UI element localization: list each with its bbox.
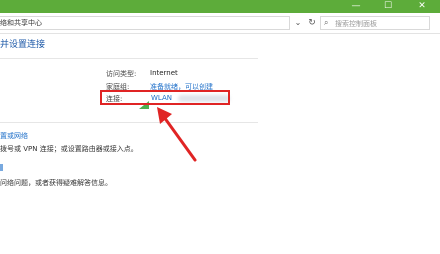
highlight-box	[100, 90, 230, 105]
close-button[interactable]: ✕	[408, 0, 436, 13]
address-field[interactable]: 络和共享中心	[0, 16, 290, 30]
address-bar: 络和共享中心 ⌄ ↻ ⌕ 搜索控制面板	[0, 13, 440, 34]
access-type-label: 访问类型:	[106, 70, 137, 78]
search-icon: ⌕	[324, 18, 329, 27]
access-type-value: Internet	[150, 69, 178, 77]
address-path: 络和共享中心	[0, 19, 42, 27]
minimize-button[interactable]: —	[342, 0, 370, 13]
maximize-button[interactable]: ☐	[374, 0, 402, 13]
troubleshoot-link[interactable]	[0, 164, 4, 171]
troubleshoot-desc: 问络问题，或者获得疑难解答信息。	[0, 179, 112, 187]
setup-connection-desc: 拨号或 VPN 连接；或设置路由器或接入点。	[0, 145, 138, 153]
search-input[interactable]: ⌕ 搜索控制面板	[320, 16, 430, 30]
setup-connection-link[interactable]: 置或网络	[0, 131, 28, 141]
title-bar: — ☐ ✕	[0, 0, 440, 13]
divider	[0, 58, 258, 59]
search-placeholder: 搜索控制面板	[335, 20, 377, 28]
divider	[0, 122, 258, 123]
refresh-icon[interactable]: ↻	[306, 17, 318, 29]
annotation-arrow	[157, 107, 197, 162]
chevron-down-icon[interactable]: ⌄	[292, 17, 304, 29]
page-title: 并设置连接	[0, 40, 46, 50]
